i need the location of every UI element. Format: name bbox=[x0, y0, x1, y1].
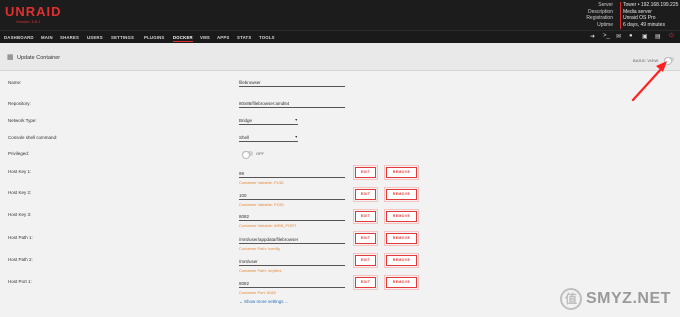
watermark-badge: 值 bbox=[560, 288, 582, 310]
watermark: 值 SMYZ.NET bbox=[560, 288, 680, 312]
annotation-arrow bbox=[631, 61, 667, 102]
watermark-text: SMYZ.NET bbox=[586, 290, 671, 307]
